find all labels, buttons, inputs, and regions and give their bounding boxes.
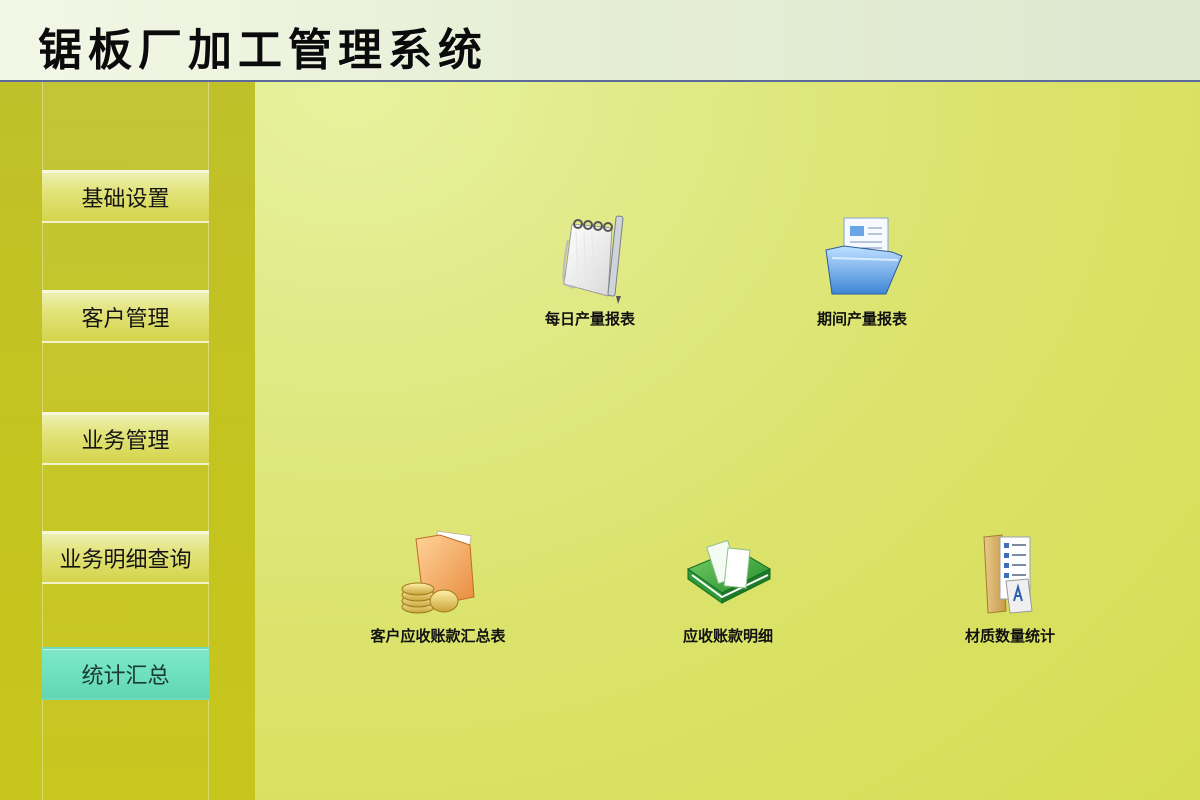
nav-label: 客户管理: [81, 306, 170, 332]
tile-period-production-report[interactable]: 期间产量报表: [772, 210, 952, 329]
folder-coins-icon: [401, 530, 475, 614]
tile-label: 客户应收账款汇总表: [370, 627, 506, 645]
main-panel: 每日产量报表 期间产量报表 客户应收账款汇总表 应收账款明细 材质数量统计: [255, 82, 1200, 800]
tile-customer-receivables-summary[interactable]: 客户应收账款汇总表: [348, 527, 528, 646]
tile-label: 应收账款明细: [682, 627, 773, 645]
nav-label: 基础设置: [81, 186, 170, 212]
sidebar: 基础设置 客户管理 业务管理 业务明细查询 统计汇总: [0, 82, 255, 800]
nav-business-management[interactable]: 业务管理: [42, 412, 209, 465]
tile-label: 材质数量统计: [964, 627, 1055, 645]
nav-basic-settings[interactable]: 基础设置: [42, 170, 209, 223]
notepad-pen-icon: [562, 215, 624, 304]
green-book-icon: [686, 539, 772, 604]
app-title: 锯板厂加工管理系统: [38, 25, 488, 76]
tile-material-quantity-statistics[interactable]: 材质数量统计: [920, 527, 1100, 646]
title-bar: 锯板厂加工管理系统: [0, 0, 1200, 82]
nav-statistics-summary[interactable]: 统计汇总: [42, 647, 209, 700]
tile-label: 期间产量报表: [816, 310, 907, 328]
folder-checklist-icon: [983, 534, 1033, 614]
tile-daily-production-report[interactable]: 每日产量报表: [500, 210, 680, 329]
nav-label: 业务明细查询: [59, 547, 192, 573]
nav-label: 业务管理: [81, 428, 170, 454]
folder-document-icon: [825, 217, 903, 295]
tile-label: 每日产量报表: [544, 310, 635, 328]
tile-receivables-detail[interactable]: 应收账款明细: [638, 527, 818, 646]
nav-label: 统计汇总: [81, 663, 170, 689]
nav-business-detail-query[interactable]: 业务明细查询: [42, 531, 209, 584]
nav-customer-management[interactable]: 客户管理: [42, 290, 209, 343]
